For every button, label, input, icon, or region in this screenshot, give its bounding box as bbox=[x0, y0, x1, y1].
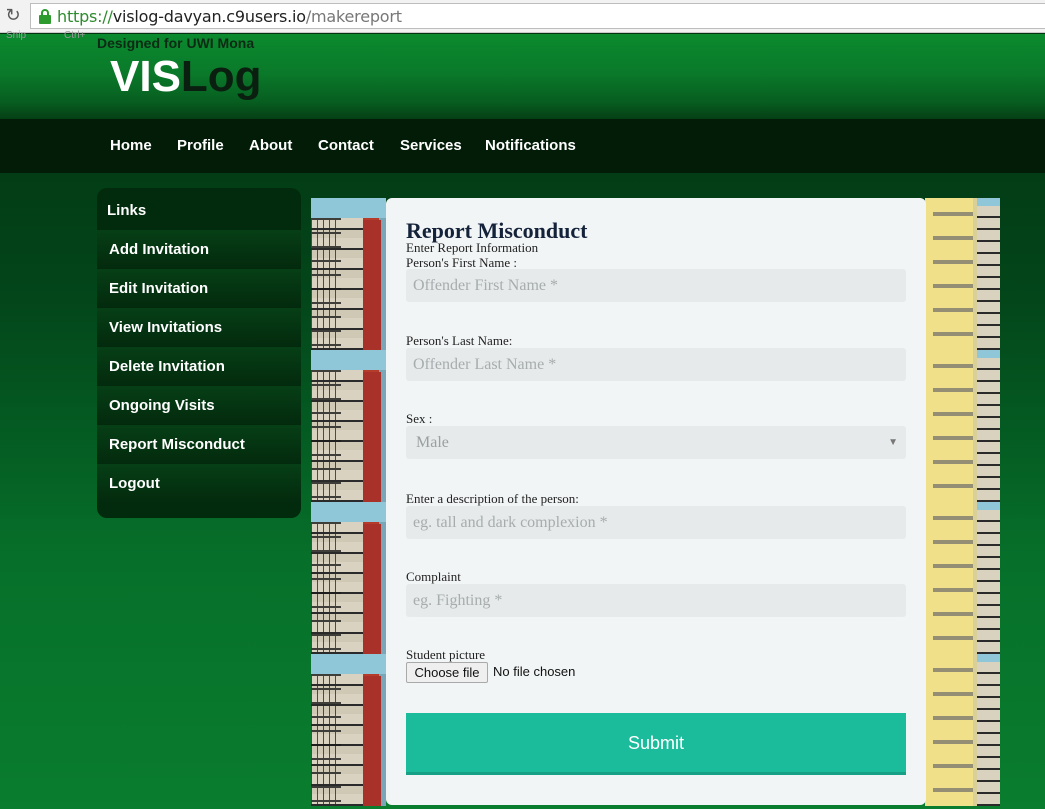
main-nav: Home Profile About Contact Services Noti… bbox=[0, 119, 1045, 173]
nav-contact[interactable]: Contact bbox=[318, 119, 374, 173]
last-name-input[interactable]: Offender Last Name * bbox=[406, 348, 906, 381]
logo-vis: VIS bbox=[110, 52, 181, 101]
browser-toolbar: ↻ https://vislog-davyan.c9users.io/maker… bbox=[0, 0, 1045, 33]
nav-services[interactable]: Services bbox=[400, 119, 462, 173]
background-building-image bbox=[925, 350, 1000, 502]
sidebar-item-report-misconduct[interactable]: Report Misconduct bbox=[97, 425, 301, 464]
site-tagline: Designed for UWI Mona bbox=[97, 35, 255, 51]
submit-button[interactable]: Submit bbox=[406, 713, 906, 775]
sex-select-value: Male bbox=[416, 434, 449, 451]
site-header: Snip Ctrl+ Designed for UWI Mona VISLog bbox=[0, 30, 1045, 119]
sidebar-heading: Links bbox=[107, 202, 147, 219]
first-name-input[interactable]: Offender First Name * bbox=[406, 269, 906, 302]
sidebar-item-logout[interactable]: Logout bbox=[97, 464, 301, 503]
nav-home[interactable]: Home bbox=[110, 119, 152, 173]
url-path: /makereport bbox=[305, 7, 402, 26]
choose-file-button[interactable]: Choose file bbox=[406, 662, 488, 683]
description-input[interactable]: eg. tall and dark complexion * bbox=[406, 506, 906, 539]
address-bar[interactable]: https://vislog-davyan.c9users.io/makerep… bbox=[30, 3, 1045, 29]
url-host: vislog-davyan.c9users.io bbox=[112, 7, 306, 26]
background-building-image bbox=[925, 198, 1000, 350]
sidebar-item-add-invitation[interactable]: Add Invitation bbox=[97, 230, 301, 269]
background-building-image bbox=[311, 654, 386, 806]
background-building-image bbox=[311, 502, 386, 654]
file-status: No file chosen bbox=[493, 664, 576, 679]
sex-select[interactable]: Male ▼ bbox=[406, 426, 906, 459]
form-subtitle: Enter Report Information bbox=[406, 240, 539, 255]
last-name-label: Person's Last Name: bbox=[406, 333, 513, 348]
sex-label: Sex : bbox=[406, 411, 433, 426]
snip-hint: Snip bbox=[6, 30, 27, 41]
background-building-image bbox=[311, 350, 386, 502]
chevron-down-icon: ▼ bbox=[888, 437, 898, 448]
report-form: Report Misconduct Enter Report Informati… bbox=[386, 198, 926, 805]
complaint-label: Complaint bbox=[406, 569, 461, 584]
reload-icon[interactable]: ↻ bbox=[4, 6, 22, 26]
logo-log: Log bbox=[180, 52, 262, 101]
sidebar: Links Add Invitation Edit Invitation Vie… bbox=[97, 188, 301, 518]
background-building-image bbox=[925, 654, 1000, 806]
url-text[interactable]: https://vislog-davyan.c9users.io/makerep… bbox=[57, 7, 402, 27]
sidebar-item-view-invitations[interactable]: View Invitations bbox=[97, 308, 301, 347]
picture-label: Student picture bbox=[406, 647, 486, 662]
nav-profile[interactable]: Profile bbox=[177, 119, 224, 173]
url-scheme: https:// bbox=[57, 7, 113, 26]
ctrl-hint: Ctrl+ bbox=[64, 30, 86, 41]
sidebar-item-ongoing-visits[interactable]: Ongoing Visits bbox=[97, 386, 301, 425]
background-building-image bbox=[925, 502, 1000, 654]
nav-about[interactable]: About bbox=[249, 119, 292, 173]
sidebar-item-edit-invitation[interactable]: Edit Invitation bbox=[97, 269, 301, 308]
lock-icon bbox=[39, 9, 51, 24]
nav-notifications[interactable]: Notifications bbox=[485, 119, 576, 173]
description-label: Enter a description of the person: bbox=[406, 491, 579, 506]
site-logo[interactable]: VISLog bbox=[110, 52, 262, 102]
sidebar-item-delete-invitation[interactable]: Delete Invitation bbox=[97, 347, 301, 386]
background-building-image bbox=[311, 198, 386, 350]
complaint-input[interactable]: eg. Fighting * bbox=[406, 584, 906, 617]
